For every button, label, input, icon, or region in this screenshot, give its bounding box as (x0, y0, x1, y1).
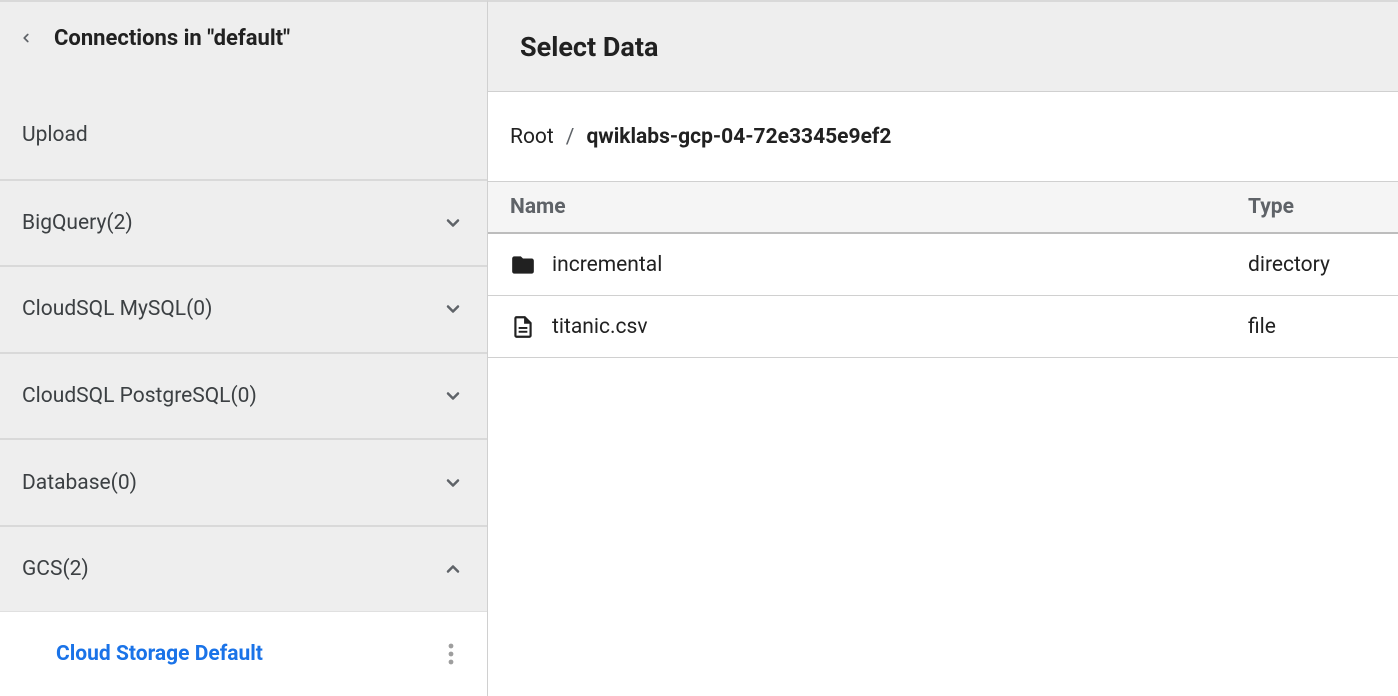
table-row[interactable]: titanic.csv file (488, 296, 1398, 358)
sidebar-item-cloudsql-postgresql[interactable]: CloudSQL PostgreSQL(0) (0, 352, 487, 439)
sidebar-item-label: CloudSQL PostgreSQL(0) (22, 384, 257, 408)
breadcrumb-root[interactable]: Root (510, 125, 554, 149)
more-vertical-icon (448, 643, 454, 665)
column-header-type[interactable]: Type (1248, 195, 1398, 219)
table-row[interactable]: incremental directory (488, 234, 1398, 296)
sidebar-subitem-cloud-storage-default[interactable]: Cloud Storage Default (0, 611, 487, 696)
sidebar-item-bigquery[interactable]: BigQuery(2) (0, 179, 487, 266)
main-panel: Select Data Root / qwiklabs-gcp-04-72e33… (488, 0, 1398, 696)
chevron-down-icon (443, 299, 463, 319)
sidebar-item-label: CloudSQL MySQL(0) (22, 297, 212, 321)
sidebar-subitem-label: Cloud Storage Default (56, 642, 263, 666)
chevron-down-icon (443, 473, 463, 493)
sidebar-item-label: BigQuery(2) (22, 211, 133, 235)
chevron-down-icon (443, 213, 463, 233)
table-header: Name Type (488, 182, 1398, 234)
sidebar-item-label: Upload (22, 123, 88, 147)
main-header: Select Data (488, 0, 1398, 92)
sidebar-item-gcs[interactable]: GCS(2) (0, 525, 487, 612)
row-name: incremental (552, 253, 662, 277)
row-type: directory (1248, 253, 1398, 277)
chevron-down-icon (443, 386, 463, 406)
sidebar-title: Connections in "default" (54, 26, 290, 51)
sidebar-item-label: GCS(2) (22, 557, 89, 581)
file-icon (510, 314, 536, 340)
sidebar-header: Connections in "default" (0, 2, 487, 74)
sidebar: Connections in "default" Upload BigQuery… (0, 0, 488, 696)
sidebar-item-label: Database(0) (22, 471, 137, 495)
sidebar-item-cloudsql-mysql[interactable]: CloudSQL MySQL(0) (0, 265, 487, 352)
sidebar-item-upload[interactable]: Upload (0, 92, 487, 179)
breadcrumb-separator: / (566, 125, 575, 149)
column-header-name[interactable]: Name (488, 195, 1248, 219)
page-title: Select Data (520, 31, 658, 63)
breadcrumb: Root / qwiklabs-gcp-04-72e3345e9ef2 (488, 92, 1398, 182)
chevron-up-icon (443, 559, 463, 579)
row-type: file (1248, 315, 1398, 339)
chevron-left-icon (19, 27, 33, 49)
more-button[interactable] (435, 638, 467, 670)
back-button[interactable] (12, 24, 40, 52)
sidebar-item-database[interactable]: Database(0) (0, 438, 487, 525)
breadcrumb-current: qwiklabs-gcp-04-72e3345e9ef2 (586, 125, 891, 149)
row-name: titanic.csv (552, 315, 648, 339)
folder-icon (510, 252, 536, 278)
